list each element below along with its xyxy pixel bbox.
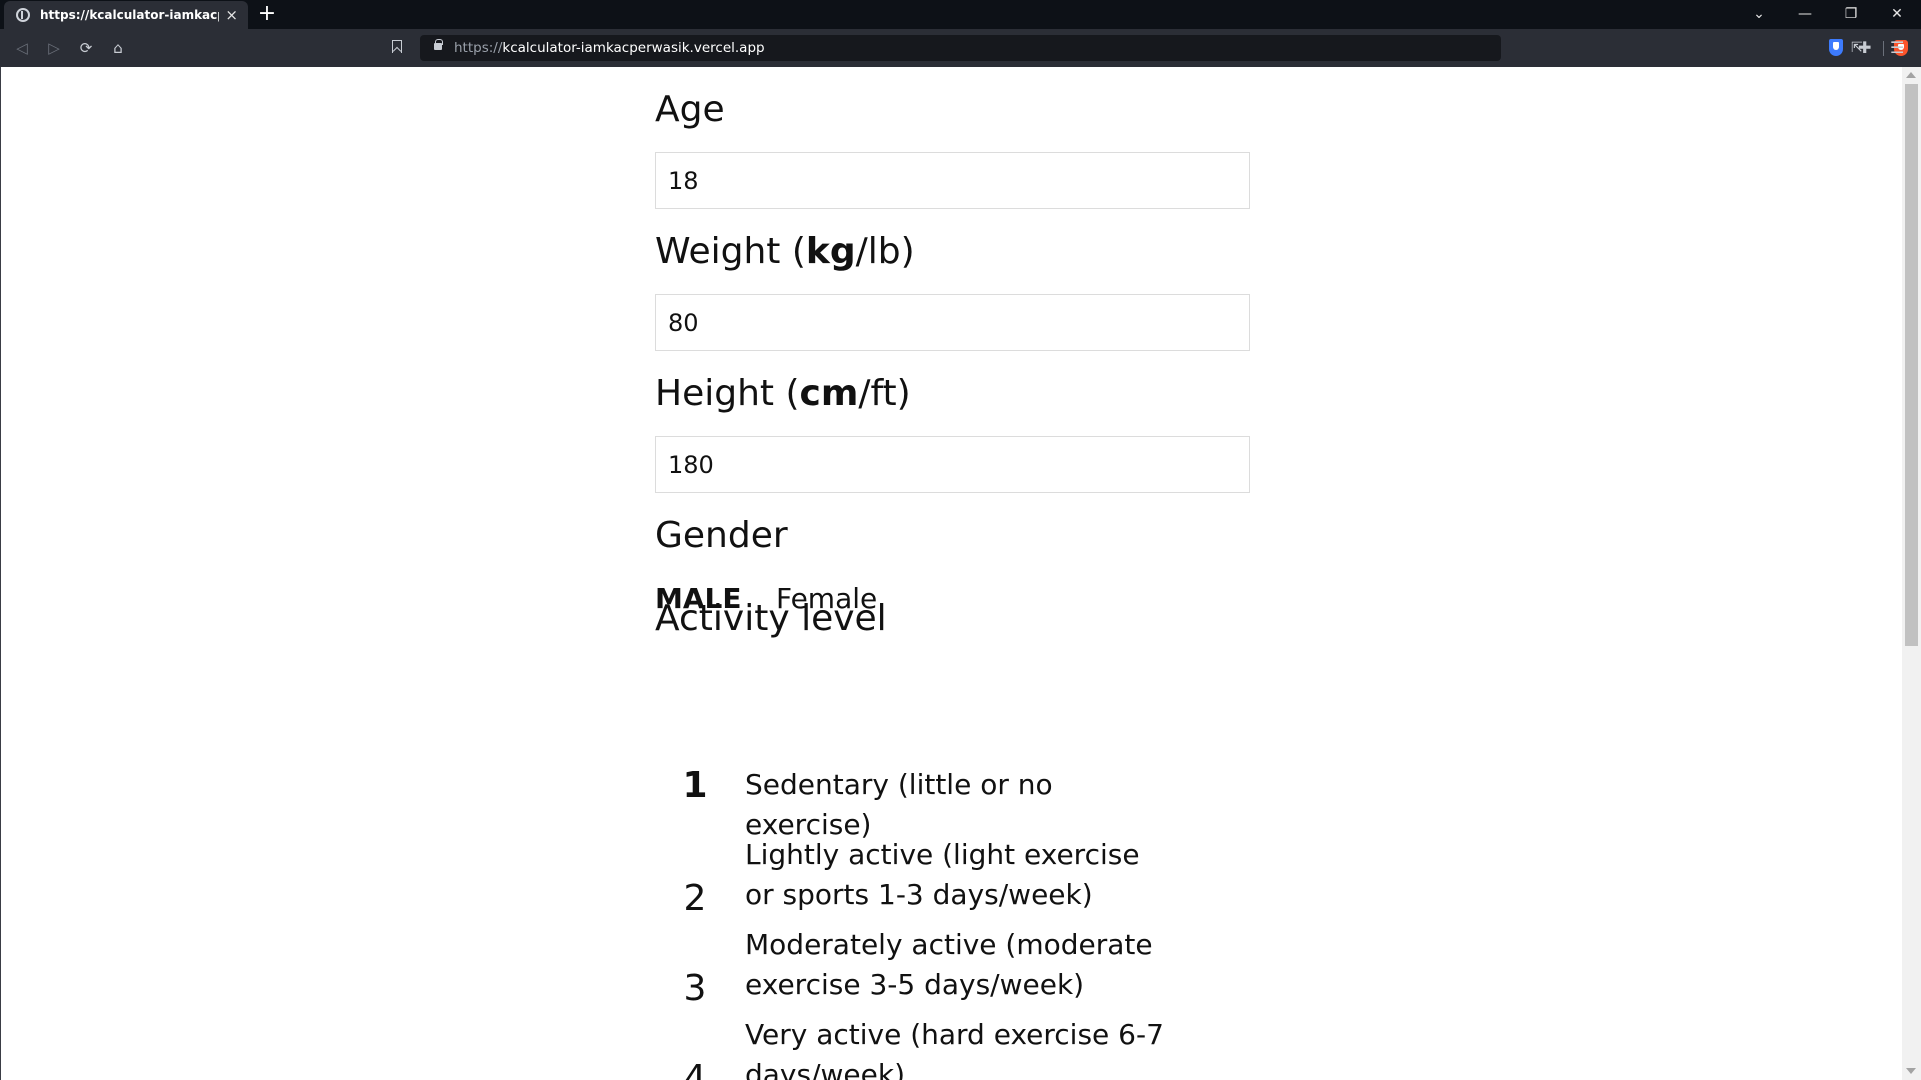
height-unit-cm[interactable]: cm xyxy=(800,373,859,414)
age-label: Age xyxy=(655,89,725,130)
activity-label: Activity level xyxy=(655,598,887,639)
activity-option-2[interactable]: 2 Lightly active (light exercise or spor… xyxy=(655,835,1215,925)
scroll-up-arrow-icon[interactable] xyxy=(1906,72,1916,78)
height-unit-ft[interactable]: /ft) xyxy=(858,373,910,414)
back-icon[interactable]: ◁ xyxy=(12,38,32,58)
height-label: Height (cm/ft) xyxy=(655,373,911,414)
tab-title: https://kcalculator-iamkacperwasik.verce… xyxy=(40,8,219,22)
browser-toolbar: ◁ ▷ ⟳ ⌂ https://kcalculator-iamkacperwas… xyxy=(0,29,1921,67)
weight-unit-lb[interactable]: /lb) xyxy=(856,231,915,272)
globe-icon xyxy=(16,8,30,22)
tab-list-icon[interactable]: ⌄ xyxy=(1747,4,1771,24)
tab-strip: https://kcalculator-iamkacperwasik.verce… xyxy=(0,0,1921,29)
window-close-icon[interactable]: ✕ xyxy=(1885,4,1909,24)
weight-input[interactable] xyxy=(655,294,1250,351)
menu-icon[interactable]: ☰ xyxy=(1890,38,1904,58)
activity-option-4[interactable]: 4 Very active (hard exercise 6-7 days/we… xyxy=(655,1015,1215,1080)
gender-label: Gender xyxy=(655,515,788,556)
scroll-down-arrow-icon[interactable] xyxy=(1906,1068,1916,1074)
lock-icon xyxy=(434,39,443,50)
minimize-icon[interactable]: — xyxy=(1793,4,1817,24)
activity-option-3[interactable]: 3 Moderately active (moderate exercise 3… xyxy=(655,925,1215,1015)
activity-description: Very active (hard exercise 6-7 days/week… xyxy=(745,1018,1164,1080)
viewport-border xyxy=(0,67,1,1080)
activity-number: 2 xyxy=(683,878,707,919)
forward-icon[interactable]: ▷ xyxy=(44,38,64,58)
activity-description: Moderately active (moderate exercise 3-5… xyxy=(745,928,1153,1001)
activity-description: Lightly active (light exercise or sports… xyxy=(745,838,1140,911)
age-input[interactable] xyxy=(655,152,1250,209)
url-text[interactable]: https://kcalculator-iamkacperwasik.verce… xyxy=(454,40,765,56)
height-label-prefix: Height ( xyxy=(655,373,800,414)
weight-unit-kg[interactable]: kg xyxy=(806,231,856,272)
restore-icon[interactable]: ❐ xyxy=(1839,4,1863,24)
activity-number: 1 xyxy=(682,765,708,806)
close-tab-icon[interactable]: × xyxy=(225,7,238,23)
browser-tab[interactable]: https://kcalculator-iamkacperwasik.verce… xyxy=(4,1,248,29)
bitwarden-icon[interactable] xyxy=(1829,39,1843,56)
bookmark-icon[interactable] xyxy=(392,40,402,53)
scrollbar-thumb[interactable] xyxy=(1905,84,1918,646)
weight-label-prefix: Weight ( xyxy=(655,231,806,272)
reload-icon[interactable]: ⟳ xyxy=(76,38,96,58)
puzzle-icon[interactable]: ✚ xyxy=(1858,38,1871,58)
height-input[interactable] xyxy=(655,436,1250,493)
address-bar[interactable]: https://kcalculator-iamkacperwasik.verce… xyxy=(420,35,1908,61)
activity-number: 4 xyxy=(683,1058,707,1080)
home-icon[interactable]: ⌂ xyxy=(108,38,128,58)
activity-description: Sedentary (little or no exercise) xyxy=(745,768,1053,841)
activity-option-1[interactable]: 1 Sedentary (little or no exercise) xyxy=(655,741,1215,841)
url-host: kcalculator-iamkacperwasik.vercel.app xyxy=(502,40,765,56)
activity-number: 3 xyxy=(683,968,707,1009)
divider xyxy=(1883,41,1884,56)
new-tab-button[interactable]: + xyxy=(256,3,278,25)
url-scheme: https:// xyxy=(454,40,503,56)
weight-label: Weight (kg/lb) xyxy=(655,231,915,272)
